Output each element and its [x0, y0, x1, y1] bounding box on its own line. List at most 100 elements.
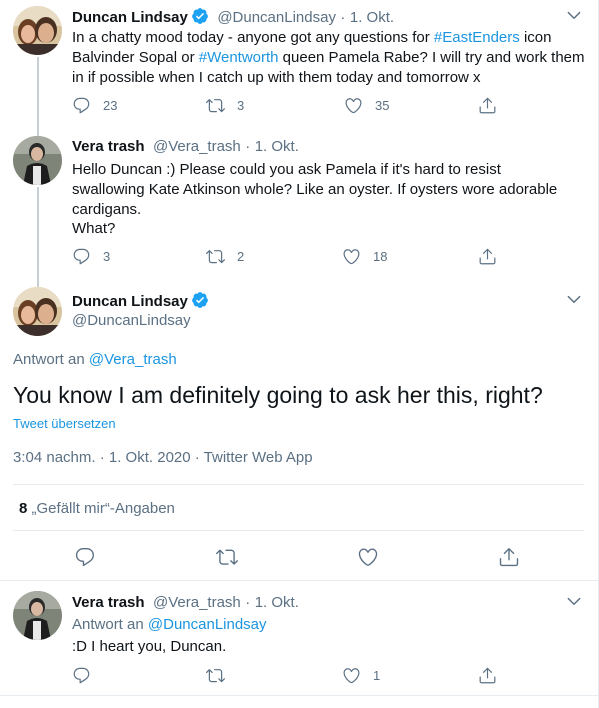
author-name[interactable]: Vera trash — [72, 138, 145, 155]
tweet-vera-reply[interactable]: Vera trash @Vera_trash · 1. Okt. Antwort… — [0, 581, 598, 695]
like-button[interactable]: 18 — [342, 247, 387, 266]
tweet-date[interactable]: 1. Okt. — [255, 594, 299, 611]
tweet-date[interactable]: 1. Okt. — [350, 9, 394, 26]
like-button[interactable]: 35 — [344, 96, 389, 115]
reply-context: Antwort an @Vera_trash — [13, 351, 177, 368]
separator-dot: · — [340, 9, 346, 26]
like-icon — [342, 247, 361, 266]
like-icon — [357, 546, 379, 568]
tweet-text: :D I heart you, Duncan. — [72, 638, 227, 655]
reply-icon — [72, 247, 91, 266]
like-button[interactable]: 1 — [342, 666, 380, 685]
main-tweet-actions — [74, 546, 524, 570]
tweet-text-part: In a chatty mood today - anyone got any … — [72, 29, 434, 46]
verified-icon — [191, 7, 209, 25]
reply-icon — [72, 666, 91, 685]
retweet-button[interactable] — [206, 666, 225, 685]
thread-line — [37, 187, 39, 275]
reply-button[interactable] — [72, 666, 91, 685]
retweet-icon — [206, 96, 225, 115]
author-handle[interactable]: @DuncanLindsay — [217, 9, 336, 26]
tweet-date[interactable]: 1. Okt. — [255, 138, 299, 155]
share-icon — [478, 666, 497, 685]
retweet-icon — [216, 546, 238, 568]
retweet-button[interactable] — [216, 546, 238, 568]
reply-to-handle[interactable]: @Vera_trash — [89, 351, 177, 368]
like-icon — [344, 96, 363, 115]
reply-button[interactable]: 23 — [72, 96, 117, 115]
like-button[interactable] — [357, 546, 379, 568]
author-name[interactable]: Vera trash — [72, 594, 145, 611]
share-icon — [478, 247, 497, 266]
retweet-icon — [206, 247, 225, 266]
likes-count: 8 — [19, 500, 28, 517]
author-name[interactable]: Duncan Lindsay — [72, 293, 188, 310]
retweet-button[interactable]: 3 — [206, 96, 244, 115]
retweet-count: 3 — [237, 98, 245, 113]
tweet-header: Vera trash @Vera_trash · 1. Okt. — [72, 138, 299, 156]
thread-line — [37, 275, 39, 287]
reply-to-handle[interactable]: @DuncanLindsay — [148, 616, 267, 633]
reply-count: 23 — [103, 98, 118, 113]
share-button[interactable] — [498, 546, 520, 568]
tweet-actions: 1 — [72, 666, 502, 686]
retweet-icon — [206, 666, 225, 685]
like-icon — [342, 666, 361, 685]
avatar[interactable] — [13, 136, 62, 185]
tweet-text-second: What? — [72, 220, 116, 237]
likes-label: „Gefällt mir“-Angaben — [31, 500, 175, 517]
share-button[interactable] — [478, 96, 497, 115]
main-tweet: Duncan Lindsay @DuncanLindsay Antwort an… — [0, 275, 598, 582]
tweet-text: In a chatty mood today - anyone got any … — [72, 28, 587, 88]
chevron-down-icon[interactable] — [565, 6, 583, 24]
hashtag-link[interactable]: #Wentworth — [199, 49, 279, 66]
separator-dot: · — [245, 138, 251, 155]
tweet-header: Duncan Lindsay @DuncanLindsay · 1. Okt. — [72, 7, 394, 27]
author-handle[interactable]: @Vera_trash — [153, 138, 241, 155]
divider — [13, 484, 584, 485]
reply-context: Antwort an @DuncanLindsay — [72, 616, 267, 633]
retweet-count: 2 — [237, 249, 245, 264]
share-icon — [498, 546, 520, 568]
share-button[interactable] — [478, 666, 497, 685]
reply-to-label: Antwort an — [72, 616, 144, 633]
reply-icon — [74, 546, 96, 568]
share-button[interactable] — [478, 247, 497, 266]
author-handle[interactable]: @Vera_trash — [153, 594, 241, 611]
share-icon — [478, 96, 497, 115]
reply-to-label: Antwort an — [13, 351, 85, 368]
translate-link[interactable]: Tweet übersetzen — [13, 416, 116, 431]
reply-icon — [72, 96, 91, 115]
chevron-down-icon[interactable] — [565, 290, 583, 308]
author-name-row: Duncan Lindsay — [72, 291, 209, 311]
divider — [13, 530, 584, 531]
author-name[interactable]: Duncan Lindsay — [72, 9, 188, 26]
like-count: 18 — [373, 249, 388, 264]
author-handle[interactable]: @DuncanLindsay — [72, 312, 191, 329]
separator-dot: · — [245, 594, 251, 611]
reply-button[interactable] — [74, 546, 96, 568]
reply-button[interactable]: 3 — [72, 247, 110, 266]
divider — [0, 695, 598, 696]
tweet-actions: 23 3 35 — [72, 96, 502, 116]
tweet-text: Hello Duncan :) Please could you ask Pam… — [72, 161, 558, 218]
like-count: 35 — [375, 98, 390, 113]
hashtag-link[interactable]: #EastEnders — [434, 29, 520, 46]
thread-line — [37, 57, 39, 128]
chevron-down-icon[interactable] — [565, 592, 583, 610]
like-count: 1 — [373, 668, 381, 683]
main-tweet-text: You know I am definitely going to ask he… — [13, 382, 543, 408]
tweet-header: Vera trash @Vera_trash · 1. Okt. — [72, 594, 299, 612]
tweet-meta: 3:04 nachm. · 1. Okt. 2020 · Twitter Web… — [13, 449, 313, 466]
likes-stat[interactable]: 8 „Gefällt mir“-Angaben — [19, 500, 175, 517]
verified-icon — [191, 291, 209, 309]
tweet-duncan-question[interactable]: Duncan Lindsay @DuncanLindsay · 1. Okt. … — [0, 0, 598, 128]
avatar[interactable] — [13, 287, 62, 336]
retweet-button[interactable]: 2 — [206, 247, 244, 266]
reply-count: 3 — [103, 249, 111, 264]
tweet-vera[interactable]: Vera trash @Vera_trash · 1. Okt. Hello D… — [0, 128, 598, 275]
thread-line — [37, 128, 39, 136]
avatar[interactable] — [13, 591, 62, 640]
tweet-actions: 3 2 18 — [72, 247, 502, 267]
avatar[interactable] — [13, 6, 62, 55]
